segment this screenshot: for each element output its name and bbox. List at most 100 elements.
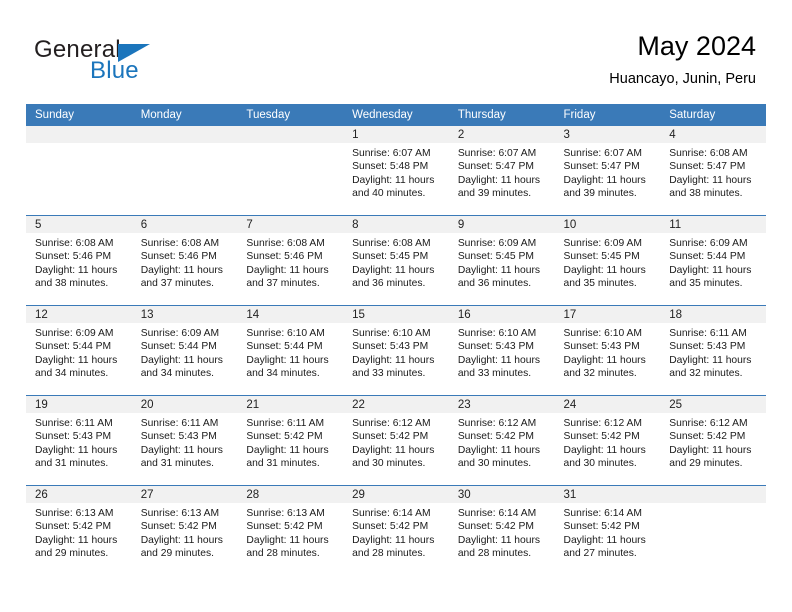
day-cell-inner: 31 Sunrise: 6:14 AM Sunset: 5:42 PM Dayligh… [554,486,661,575]
calendar-day-cell[interactable]: 22 Sunrise: 6:12 AM Sunset: 5:42 PM Dayligh… [343,395,449,486]
sunrise-text: Sunrise: 6:11 AM [246,418,325,429]
sunrise-text: Sunrise: 6:12 AM [352,418,431,429]
day-number: 18 [669,309,683,321]
day-number: 28 [246,489,260,501]
calendar-day-cell[interactable]: 4 Sunrise: 6:08 AM Sunset: 5:47 PM Daylight… [660,126,766,216]
day-cell-inner [660,486,766,575]
calendar-day-cell[interactable]: 1 Sunrise: 6:07 AM Sunset: 5:48 PM Daylight… [343,126,449,216]
day-cell-details: Sunrise: 6:12 AM Sunset: 5:42 PM Daylight:… [555,413,661,471]
sunset-text: Sunset: 5:43 PM [457,341,534,353]
day-number-band: 1 [343,126,449,143]
sunset-text: Sunset: 5:43 PM [352,341,429,353]
day-number: 20 [140,399,154,411]
daylight-text-cont: and 32 minutes. [669,368,743,380]
calendar-day-cell[interactable]: 28 Sunrise: 6:13 AM Sunset: 5:42 PM Dayligh… [237,485,344,575]
daylight-text: Daylight: 11 hours [35,444,118,456]
day-cell-details [26,143,132,147]
day-number: 1 [352,129,359,141]
day-number [26,126,132,127]
calendar-day-cell[interactable]: 26 Sunrise: 6:13 AM Sunset: 5:42 PM Dayligh… [26,485,132,575]
weekday-header-saturday: Saturday [660,104,766,126]
daylight-text-cont: and 36 minutes. [457,278,532,290]
calendar-day-cell[interactable]: 11 Sunrise: 6:09 AM Sunset: 5:44 PM Dayligh… [660,215,766,306]
calendar-day-cell[interactable]: 8 Sunrise: 6:08 AM Sunset: 5:45 PM Daylight… [343,215,449,306]
day-cell-inner: 17 Sunrise: 6:10 AM Sunset: 5:43 PM Dayligh… [554,306,661,395]
daylight-text: Daylight: 11 hours [563,264,646,276]
daylight-text: Daylight: 11 hours [140,444,223,456]
day-number-band: 22 [343,396,449,413]
day-cell-inner: 27 Sunrise: 6:13 AM Sunset: 5:42 PM Dayligh… [131,486,238,575]
calendar-day-cell[interactable]: 6 Sunrise: 6:08 AM Sunset: 5:46 PM Daylight… [131,215,238,306]
sunrise-text: Sunrise: 6:09 AM [457,238,537,249]
calendar-day-cell[interactable]: 3 Sunrise: 6:07 AM Sunset: 5:47 PM Daylight… [554,126,661,216]
daylight-text: Daylight: 11 hours [140,534,223,546]
day-number-band: 9 [448,216,555,233]
daylight-text: Daylight: 11 hours [352,264,435,276]
day-cell-inner [131,126,238,215]
day-cell-details: Sunrise: 6:09 AM Sunset: 5:45 PM Daylight:… [449,233,555,291]
daylight-text-cont: and 33 minutes. [352,368,426,380]
calendar-day-cell[interactable]: 7 Sunrise: 6:08 AM Sunset: 5:46 PM Daylight… [237,215,344,306]
calendar-day-cell[interactable]: 31 Sunrise: 6:14 AM Sunset: 5:42 PM Dayligh… [554,485,661,575]
day-cell-inner: 23 Sunrise: 6:12 AM Sunset: 5:42 PM Dayligh… [448,396,555,485]
calendar-day-cell[interactable]: 30 Sunrise: 6:14 AM Sunset: 5:42 PM Dayligh… [448,485,555,575]
calendar-day-cell[interactable]: 24 Sunrise: 6:12 AM Sunset: 5:42 PM Dayligh… [554,395,661,486]
daylight-text-cont: and 36 minutes. [352,278,426,290]
day-number-band: 17 [554,306,661,323]
calendar-day-cell[interactable]: 27 Sunrise: 6:13 AM Sunset: 5:42 PM Dayligh… [131,485,238,575]
sunrise-text: Sunrise: 6:13 AM [246,508,325,519]
daylight-text: Daylight: 11 hours [457,444,541,456]
calendar-day-cell[interactable]: 16 Sunrise: 6:10 AM Sunset: 5:43 PM Dayligh… [448,305,555,396]
calendar-day-cell[interactable]: 14 Sunrise: 6:10 AM Sunset: 5:44 PM Dayligh… [237,305,344,396]
page-title: May 2024 [637,31,756,61]
daylight-text: Daylight: 11 hours [669,354,752,366]
sunset-text: Sunset: 5:47 PM [669,161,746,173]
sunrise-text: Sunrise: 6:09 AM [140,328,220,339]
calendar-day-cell[interactable]: 12 Sunrise: 6:09 AM Sunset: 5:44 PM Dayligh… [26,305,132,396]
calendar-day-cell[interactable]: 9 Sunrise: 6:09 AM Sunset: 5:45 PM Daylight… [448,215,555,306]
calendar-week-row: 12 Sunrise: 6:09 AM Sunset: 5:44 PM Dayligh… [26,305,766,396]
calendar-week-row: 19 Sunrise: 6:11 AM Sunset: 5:43 PM Dayligh… [26,395,766,486]
day-cell-details [660,503,766,507]
calendar-day-cell[interactable]: 5 Sunrise: 6:08 AM Sunset: 5:46 PM Daylight… [26,215,132,306]
day-cell-inner: 18 Sunrise: 6:11 AM Sunset: 5:43 PM Dayligh… [660,306,766,395]
sunset-text: Sunset: 5:42 PM [246,521,323,533]
sunrise-text: Sunrise: 6:12 AM [669,418,748,429]
sunset-text: Sunset: 5:48 PM [352,161,429,173]
daylight-text-cont: and 30 minutes. [563,458,637,470]
calendar-day-cell-empty [131,126,238,216]
calendar-day-cell[interactable]: 23 Sunrise: 6:12 AM Sunset: 5:42 PM Dayligh… [448,395,555,486]
calendar-day-cell[interactable]: 10 Sunrise: 6:09 AM Sunset: 5:45 PM Dayligh… [554,215,661,306]
calendar-day-cell[interactable]: 17 Sunrise: 6:10 AM Sunset: 5:43 PM Dayligh… [554,305,661,396]
day-cell-details: Sunrise: 6:07 AM Sunset: 5:48 PM Daylight:… [343,143,449,201]
sunset-text: Sunset: 5:47 PM [457,161,534,173]
daylight-text: Daylight: 11 hours [563,174,646,186]
calendar-day-cell[interactable]: 19 Sunrise: 6:11 AM Sunset: 5:43 PM Dayligh… [26,395,132,486]
day-number-band: 11 [660,216,766,233]
daylight-text: Daylight: 11 hours [669,264,752,276]
daylight-text-cont: and 31 minutes. [140,458,214,470]
calendar-day-cell-empty [237,126,344,216]
calendar-day-cell[interactable]: 13 Sunrise: 6:09 AM Sunset: 5:44 PM Dayligh… [131,305,238,396]
calendar-day-cell[interactable]: 18 Sunrise: 6:11 AM Sunset: 5:43 PM Dayligh… [660,305,766,396]
calendar-day-cell[interactable]: 29 Sunrise: 6:14 AM Sunset: 5:42 PM Dayligh… [343,485,449,575]
calendar-day-cell[interactable]: 2 Sunrise: 6:07 AM Sunset: 5:47 PM Daylight… [448,126,555,216]
day-number: 6 [140,219,148,231]
day-cell-details: Sunrise: 6:11 AM Sunset: 5:42 PM Daylight:… [237,413,343,471]
day-cell-details: Sunrise: 6:10 AM Sunset: 5:44 PM Daylight:… [237,323,343,381]
calendar-day-cell[interactable]: 15 Sunrise: 6:10 AM Sunset: 5:43 PM Dayligh… [343,305,449,396]
day-number: 30 [457,489,471,501]
calendar-body: 1 Sunrise: 6:07 AM Sunset: 5:48 PM Daylight… [26,126,766,575]
calendar-day-cell[interactable]: 20 Sunrise: 6:11 AM Sunset: 5:43 PM Dayligh… [131,395,238,486]
daylight-text-cont: and 28 minutes. [457,548,532,560]
day-cell-inner: 9 Sunrise: 6:09 AM Sunset: 5:45 PM Daylight… [448,216,555,305]
calendar-day-cell[interactable]: 25 Sunrise: 6:12 AM Sunset: 5:42 PM Dayligh… [660,395,766,486]
daylight-text-cont: and 35 minutes. [669,278,743,290]
day-number [660,486,766,487]
day-cell-details: Sunrise: 6:10 AM Sunset: 5:43 PM Daylight:… [449,323,555,381]
day-number-band [26,126,132,143]
general-blue-logo[interactable]: General Blue [34,36,234,88]
sunset-text: Sunset: 5:42 PM [352,521,429,533]
sunset-text: Sunset: 5:42 PM [352,431,429,443]
calendar-day-cell[interactable]: 21 Sunrise: 6:11 AM Sunset: 5:42 PM Dayligh… [237,395,344,486]
